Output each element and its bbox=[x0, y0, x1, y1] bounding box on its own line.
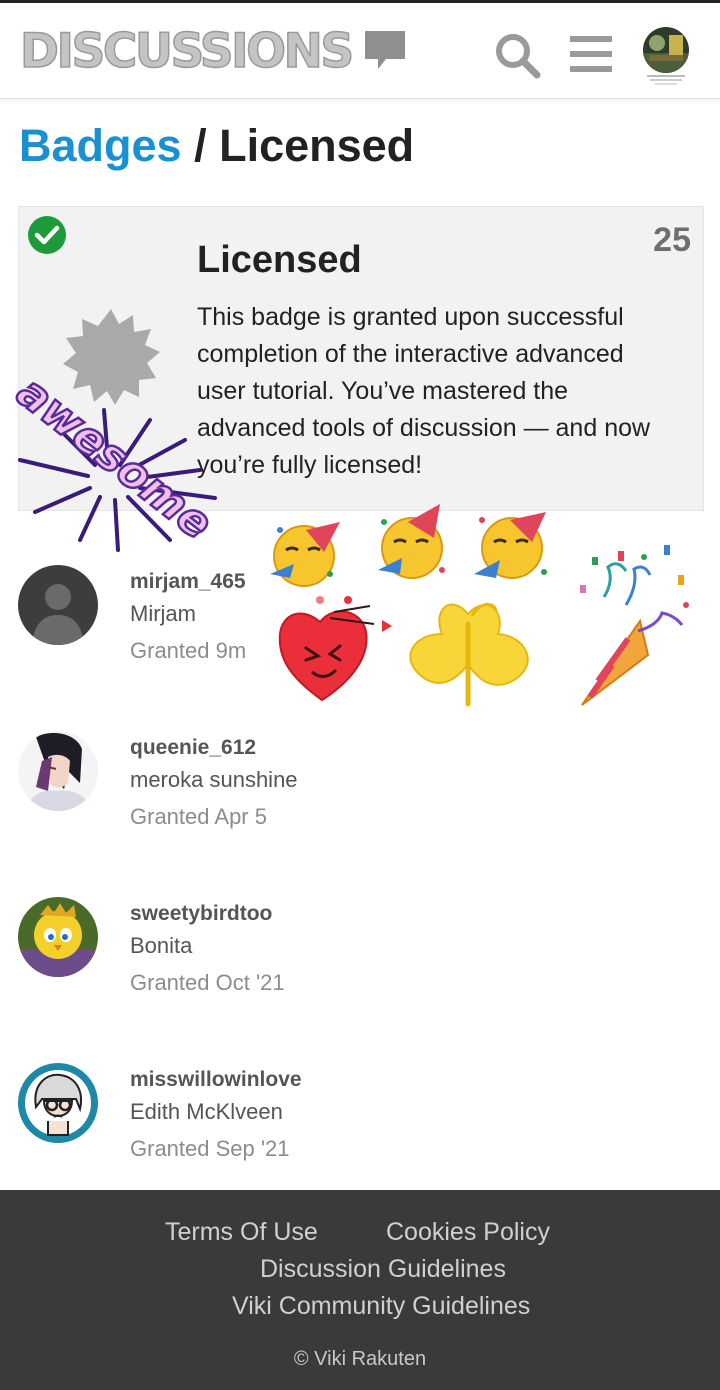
list-item: sweetybirdtoo Bonita Granted Oct '21 bbox=[0, 872, 720, 1012]
cookies-policy-link[interactable]: Cookies Policy bbox=[386, 1218, 550, 1247]
user-avatar-anime[interactable] bbox=[18, 731, 98, 811]
check-circle-icon bbox=[27, 215, 67, 255]
search-icon[interactable] bbox=[492, 30, 542, 80]
site-header: DISCUSSIONS bbox=[0, 3, 720, 99]
badge-title: Licensed bbox=[197, 239, 362, 281]
user-username[interactable]: queenie_612 bbox=[130, 736, 256, 760]
user-granted-time: Granted Oct '21 bbox=[130, 970, 285, 995]
user-avatar-bird[interactable] bbox=[18, 897, 98, 977]
breadcrumb-separator: / bbox=[181, 120, 220, 171]
user-granted-time: Granted Apr 5 bbox=[130, 804, 267, 829]
user-display-name: Mirjam bbox=[130, 601, 196, 626]
user-username[interactable]: misswillowinlove bbox=[130, 1068, 302, 1092]
badge-description: This badge is granted upon successful co… bbox=[197, 303, 651, 479]
user-display-name: Bonita bbox=[130, 933, 193, 958]
copyright-text: © Viki Rakuten bbox=[293, 1348, 427, 1370]
list-item: misswillowinlove Edith McKlveen Granted … bbox=[0, 1038, 720, 1178]
badge-card: 25 Licensed This badge is granted upon s… bbox=[18, 206, 704, 511]
profile-avatar[interactable] bbox=[641, 25, 691, 87]
user-display-name: meroka sunshine bbox=[130, 767, 298, 792]
logo-text: DISCUSSIONS bbox=[19, 23, 355, 79]
list-item: queenie_612 meroka sunshine Granted Apr … bbox=[0, 706, 720, 846]
discussion-guidelines-link[interactable]: Discussion Guidelines bbox=[260, 1255, 506, 1284]
user-avatar-default[interactable] bbox=[18, 565, 98, 645]
gear-badge-icon bbox=[61, 307, 161, 407]
discussions-logo[interactable]: DISCUSSIONS bbox=[19, 23, 408, 79]
community-guidelines-link[interactable]: Viki Community Guidelines bbox=[232, 1292, 530, 1321]
user-username[interactable]: sweetybirdtoo bbox=[130, 902, 272, 926]
chat-bubble-icon bbox=[362, 28, 408, 74]
user-avatar-cartoon[interactable] bbox=[18, 1063, 98, 1143]
user-display-name: Edith McKlveen bbox=[130, 1099, 283, 1124]
user-granted-time: Granted Sep '21 bbox=[130, 1136, 290, 1161]
site-footer: Terms Of Use Cookies Policy Discussion G… bbox=[0, 1190, 720, 1390]
user-granted-time: Granted 9m bbox=[130, 638, 247, 663]
hamburger-menu-icon[interactable] bbox=[568, 33, 614, 75]
terms-of-use-link[interactable]: Terms Of Use bbox=[165, 1218, 318, 1247]
breadcrumb-current: Licensed bbox=[219, 120, 415, 171]
user-username[interactable]: mirjam_465 bbox=[130, 570, 246, 594]
breadcrumb-badges-link[interactable]: Badges bbox=[19, 120, 182, 171]
badge-granted-count: 25 bbox=[653, 221, 691, 259]
list-item: mirjam_465 Mirjam Granted 9m bbox=[0, 540, 720, 680]
breadcrumb: Badges / Licensed bbox=[19, 120, 414, 172]
